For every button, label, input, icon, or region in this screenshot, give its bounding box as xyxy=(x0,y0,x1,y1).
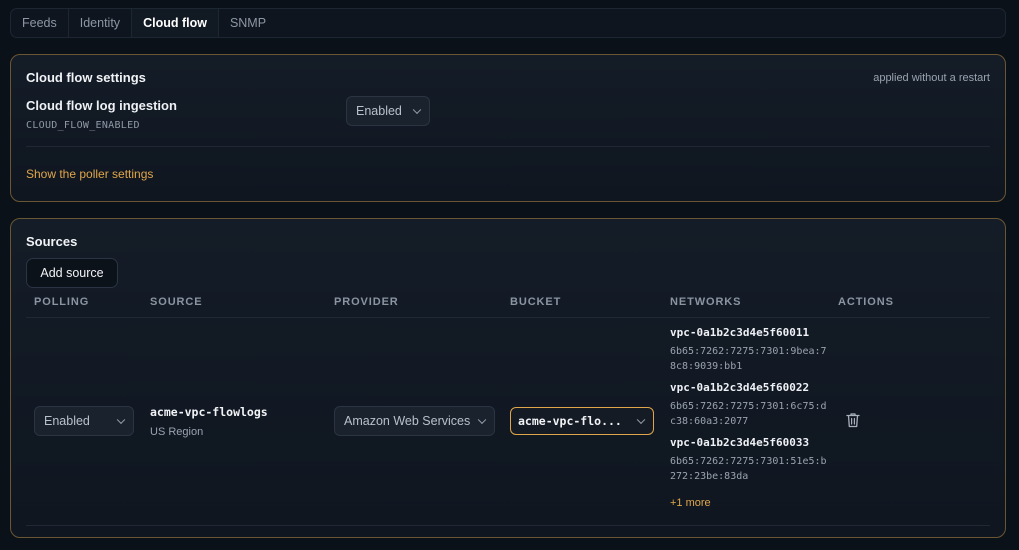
setting-label: Cloud flow log ingestion xyxy=(26,98,177,113)
add-source-button[interactable]: Add source xyxy=(26,258,118,288)
tab-snmp[interactable]: SNMP xyxy=(219,9,277,37)
tab-cloud-flow[interactable]: Cloud flow xyxy=(132,9,219,37)
chevron-down-icon xyxy=(412,105,422,115)
bucket-select[interactable]: acme-vpc-flo... xyxy=(510,407,654,435)
column-header-source: SOURCE xyxy=(150,296,203,308)
column-header-bucket: BUCKET xyxy=(510,296,562,308)
network-id: vpc-0a1b2c3d4e5f60022 xyxy=(670,381,810,394)
cloud-flow-ingestion-select[interactable]: Enabled xyxy=(346,96,430,126)
show-poller-settings-link[interactable]: Show the poller settings xyxy=(26,167,153,181)
provider-select[interactable]: Amazon Web Services xyxy=(334,406,495,436)
polling-select[interactable]: Enabled xyxy=(34,406,134,436)
restart-note: applied without a restart xyxy=(873,72,990,84)
chevron-down-icon xyxy=(636,415,646,425)
setting-key: CLOUD_FLOW_ENABLED xyxy=(26,120,140,131)
chevron-down-icon xyxy=(116,415,126,425)
column-header-networks: NETWORKS xyxy=(670,296,742,308)
sources-panel-title: Sources xyxy=(26,234,78,249)
settings-divider xyxy=(26,146,990,147)
column-header-provider: PROVIDER xyxy=(334,296,399,308)
settings-tabs: Feeds Identity Cloud flow SNMP xyxy=(10,8,1006,38)
provider-value: Amazon Web Services xyxy=(344,414,471,428)
more-networks-link[interactable]: +1 more xyxy=(670,497,711,509)
column-header-actions: ACTIONS xyxy=(838,296,894,308)
network-address: 6b65:7262:7275:7301:6c75:dc38:60a3:2077 xyxy=(670,401,827,427)
trash-icon[interactable] xyxy=(846,412,860,428)
network-id: vpc-0a1b2c3d4e5f60011 xyxy=(670,326,810,339)
source-name: acme-vpc-flowlogs xyxy=(150,405,268,419)
source-region: US Region xyxy=(150,426,204,438)
tab-feeds[interactable]: Feeds xyxy=(11,9,69,37)
cloud-flow-ingestion-value: Enabled xyxy=(356,104,402,118)
sources-panel: Sources Add source POLLING SOURCE PROVID… xyxy=(10,218,1006,538)
network-address: 6b65:7262:7275:7301:51e5:b272:23be:83da xyxy=(670,456,827,482)
network-address: 6b65:7262:7275:7301:9bea:78c8:9039:bb1 xyxy=(670,346,827,372)
cloud-flow-settings-panel: Cloud flow settings applied without a re… xyxy=(10,54,1006,202)
tab-identity[interactable]: Identity xyxy=(69,9,133,37)
column-header-polling: POLLING xyxy=(34,296,90,308)
chevron-down-icon xyxy=(477,415,487,425)
network-id: vpc-0a1b2c3d4e5f60033 xyxy=(670,436,810,449)
polling-value: Enabled xyxy=(44,414,90,428)
bucket-value: acme-vpc-flo... xyxy=(518,414,622,428)
settings-panel-title: Cloud flow settings xyxy=(26,70,146,85)
